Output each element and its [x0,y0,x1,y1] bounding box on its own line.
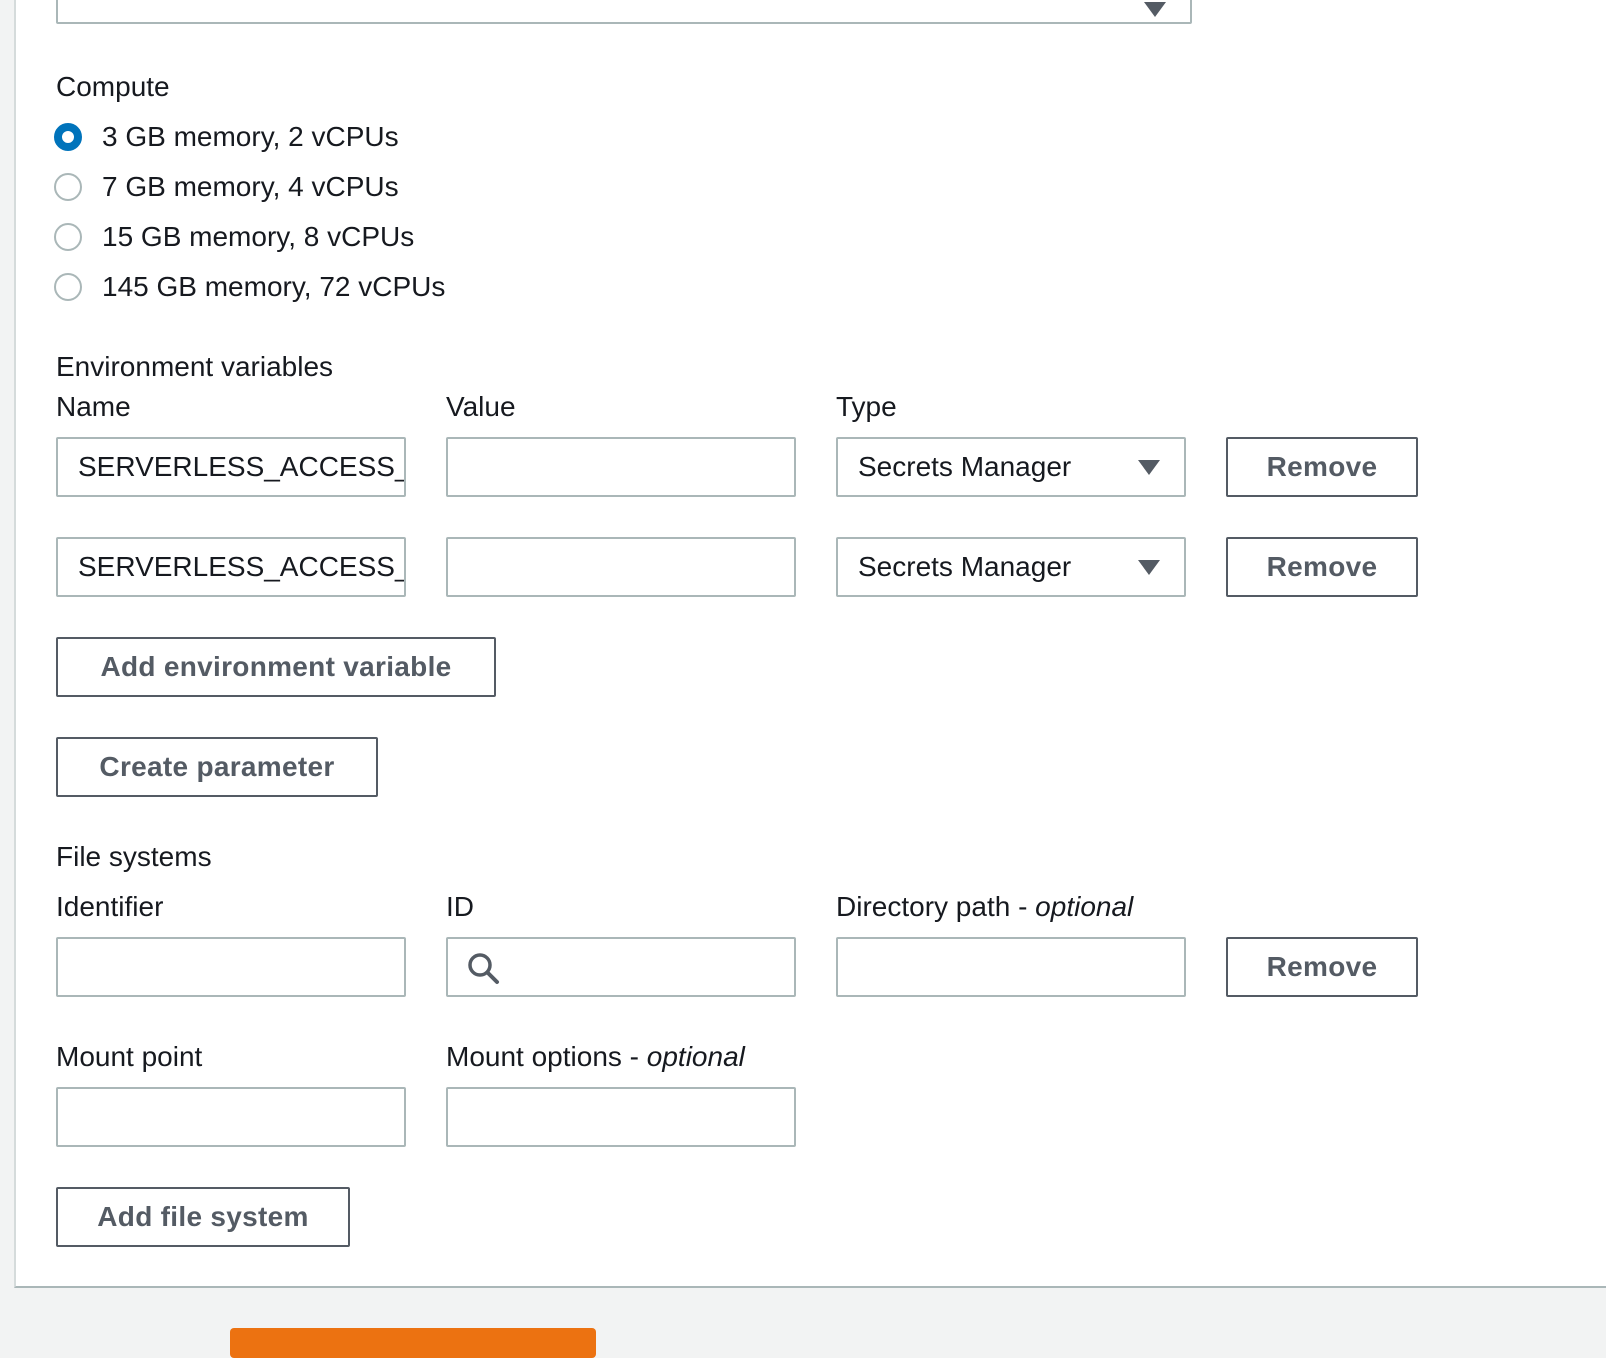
env-value-input[interactable] [446,437,796,497]
search-icon [468,953,499,984]
fs-col-mount-options: Mount options - optional [446,1040,745,1074]
fs-col-id: ID [446,891,474,922]
env-section-label: Environment variables [56,351,334,382]
add-environment-variable-button[interactable]: Add environment variable [56,637,496,697]
env-type-select[interactable]: Secrets Manager [836,537,1186,597]
env-name-input[interactable]: SERVERLESS_ACCESS_K [56,437,406,497]
compute-option-label: 15 GB memory, 8 vCPUs [102,221,415,252]
compute-option-7gb[interactable]: 7 GB memory, 4 vCPUs [54,170,399,204]
compute-option-15gb[interactable]: 15 GB memory, 8 vCPUs [54,220,414,254]
create-parameter-button[interactable]: Create parameter [56,737,378,797]
fs-mount-point-input[interactable] [56,1087,406,1147]
env-name-input[interactable]: SERVERLESS_ACCESS_K [56,537,406,597]
compute-option-label: 7 GB memory, 4 vCPUs [102,171,399,202]
radio-button[interactable] [54,223,82,251]
fs-identifier-input[interactable] [56,937,406,997]
optional-tag: optional [646,1041,745,1072]
compute-label: Compute [56,71,170,102]
caret-down-icon [1138,560,1160,575]
caret-down-icon [1138,460,1160,475]
radio-button[interactable] [54,273,82,301]
primary-action-button[interactable] [230,1328,596,1358]
fs-col-directory-path: Directory path - optional [836,890,1133,924]
add-file-system-button[interactable]: Add file system [56,1187,350,1247]
compute-option-label: 145 GB memory, 72 vCPUs [102,271,446,302]
fs-id-search-input[interactable] [446,937,796,997]
env-col-value: Value [446,391,516,422]
fs-col-identifier: Identifier [56,891,164,922]
env-type-value: Secrets Manager [858,451,1072,482]
compute-option-145gb[interactable]: 145 GB memory, 72 vCPUs [54,270,445,304]
env-value-input[interactable] [446,537,796,597]
optional-tag: optional [1035,891,1134,922]
radio-button-selected[interactable] [54,123,82,151]
compute-option-3gb[interactable]: 3 GB memory, 2 vCPUs [54,120,399,154]
fs-col-mount-point: Mount point [56,1041,203,1072]
env-col-name: Name [56,391,131,422]
chevron-down-icon [1144,2,1166,17]
fs-section-label: File systems [56,841,212,872]
fs-directory-path-input[interactable] [836,937,1186,997]
env-remove-button[interactable]: Remove [1226,437,1418,497]
fs-col-mount-options-text: Mount options - [446,1041,647,1072]
env-col-type: Type [836,391,897,422]
compute-option-label: 3 GB memory, 2 vCPUs [102,121,399,152]
env-remove-button[interactable]: Remove [1226,537,1418,597]
previous-select[interactable] [56,0,1192,24]
fs-col-directory-path-text: Directory path - [836,891,1036,922]
env-type-value: Secrets Manager [858,551,1072,582]
fs-mount-options-input[interactable] [446,1087,796,1147]
fs-remove-button[interactable]: Remove [1226,937,1418,997]
radio-button[interactable] [54,173,82,201]
env-type-select[interactable]: Secrets Manager [836,437,1186,497]
